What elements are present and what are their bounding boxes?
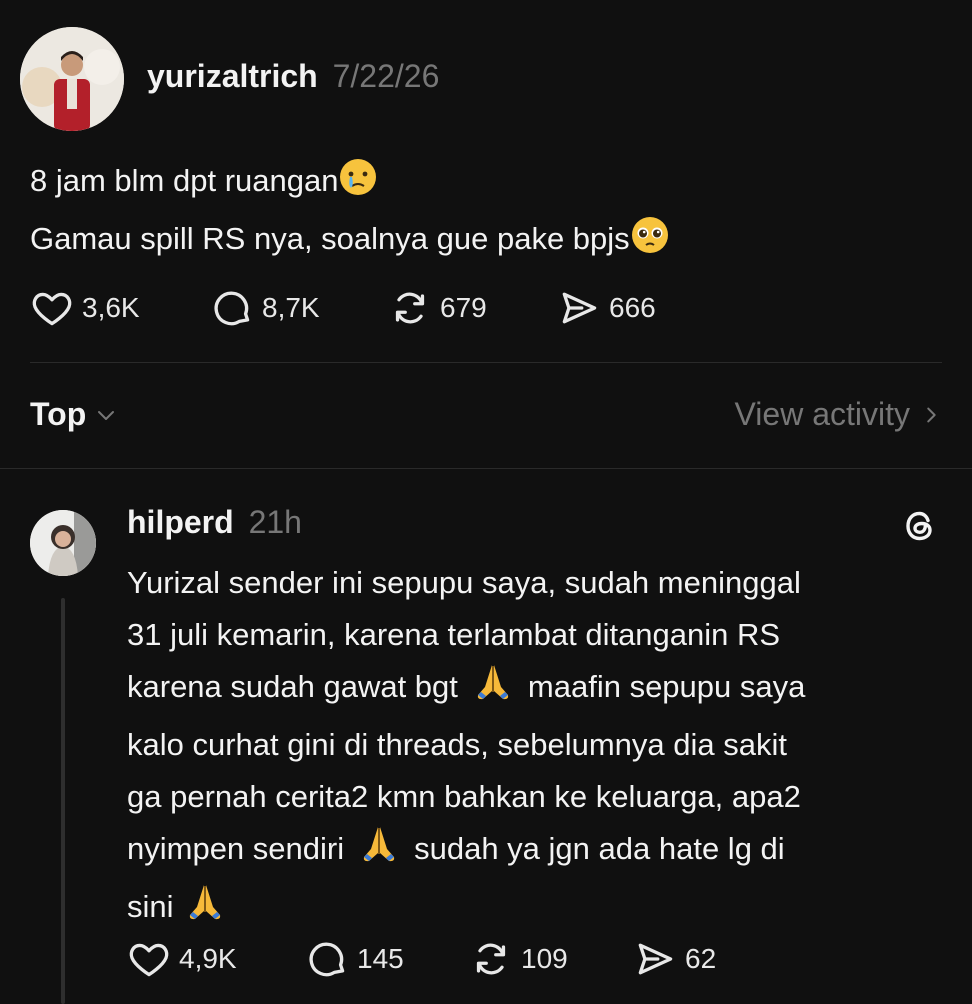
folded-hands-icon: [472, 661, 514, 719]
post-share-button[interactable]: 666: [557, 286, 656, 330]
reply-line-1: Yurizal sender ini sepupu saya, sudah me…: [127, 565, 801, 600]
reply-line-6: nyimpen sendiri: [127, 831, 345, 866]
reply-share-count: 62: [685, 943, 717, 974]
heart-icon: [32, 292, 72, 326]
post-repost-count: 679: [440, 292, 487, 323]
chevron-down-icon: [98, 410, 115, 420]
reply-username[interactable]: hilperd: [127, 504, 234, 540]
post-line-1: 8 jam blm dpt ruangan: [30, 163, 339, 198]
reply-line-3b: maafin sepupu saya: [527, 669, 806, 704]
post-body: 8 jam blm dpt ruangan Gamau spill RS nya…: [30, 155, 950, 271]
reply-line-4: kalo curhat gini di threads, sebelumnya …: [127, 727, 787, 762]
send-icon: [638, 943, 673, 975]
reply-share-button[interactable]: 62: [633, 937, 716, 981]
post-reply-count: 8,7K: [262, 292, 320, 323]
sort-label: Top: [30, 396, 87, 432]
heart-icon: [129, 943, 169, 977]
threads-logo-icon[interactable]: [900, 506, 940, 546]
post-share-count: 666: [609, 292, 656, 323]
reply-like-button[interactable]: 4,9K: [127, 937, 237, 981]
reply-reply-button[interactable]: 145: [305, 937, 404, 981]
reply-like-count: 4,9K: [179, 943, 237, 974]
comment-icon: [214, 291, 250, 326]
reply-line-3: karena sudah gawat bgt: [127, 669, 458, 704]
post-avatar[interactable]: [20, 27, 124, 131]
thread-line: [61, 598, 65, 1004]
post-divider: [30, 362, 942, 363]
folded-hands-icon: [184, 881, 226, 939]
reply-repost-button[interactable]: 109: [469, 937, 568, 981]
view-activity-link[interactable]: View activity: [735, 396, 942, 433]
chevron-right-icon: [927, 407, 936, 422]
post-like-count: 3,6K: [82, 292, 140, 323]
sort-divider: [0, 468, 972, 469]
post-repost-button[interactable]: 679: [388, 286, 487, 330]
post-line-2: Gamau spill RS nya, soalnya gue pake bpj…: [30, 221, 630, 256]
reply-time: 21h: [248, 504, 302, 540]
reply-line-5: ga pernah cerita2 kmn bahkan ke keluarga…: [127, 779, 801, 814]
reply-line-6b: sudah ya jgn ada hate lg di: [414, 831, 785, 866]
repost-icon: [395, 292, 425, 324]
send-icon: [562, 292, 597, 324]
sort-dropdown[interactable]: Top: [30, 396, 118, 433]
reply-line-7: sini: [127, 889, 174, 924]
post-reply-button[interactable]: 8,7K: [210, 286, 320, 330]
reply-reply-count: 145: [357, 943, 404, 974]
repost-icon: [476, 943, 506, 975]
post-like-button[interactable]: 3,6K: [30, 286, 140, 330]
view-activity-label: View activity: [734, 396, 910, 432]
comment-icon: [309, 942, 345, 977]
pleading-face-icon: [630, 215, 670, 271]
reply-line-2: 31 juli kemarin, karena terlambat ditang…: [127, 617, 781, 652]
folded-hands-icon: [358, 823, 400, 881]
post-username[interactable]: yurizaltrich: [147, 58, 318, 94]
reply-repost-count: 109: [521, 943, 568, 974]
reply-avatar[interactable]: [30, 510, 96, 576]
post-date: 7/22/26: [332, 58, 440, 94]
face-holding-back-tears-icon: [338, 157, 378, 213]
reply-body: Yurizal sender ini sepupu saya, sudah me…: [127, 557, 947, 939]
